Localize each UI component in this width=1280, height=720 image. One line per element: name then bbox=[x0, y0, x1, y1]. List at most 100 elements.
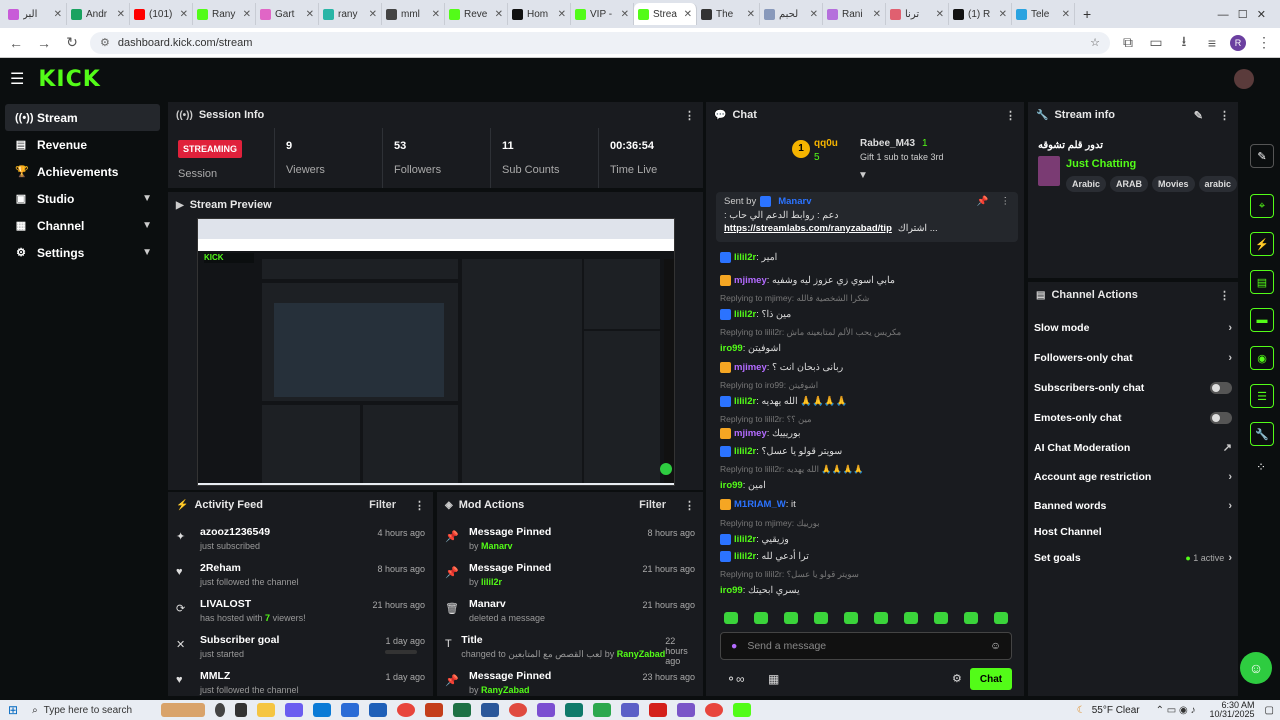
chat-username[interactable]: lilil2r bbox=[734, 551, 756, 562]
kick-app-icon[interactable] bbox=[732, 703, 751, 717]
target-icon[interactable]: ⌖ bbox=[1250, 194, 1274, 218]
emote-icon[interactable] bbox=[844, 612, 858, 624]
emote-icon[interactable] bbox=[754, 612, 768, 624]
chat-input[interactable]: ● Send a message ☺ bbox=[720, 632, 1012, 660]
browser-tab[interactable]: لحبم ✕ bbox=[760, 3, 823, 25]
emoji-icon[interactable]: ☺ bbox=[990, 640, 1001, 652]
close-tab-icon[interactable]: ✕ bbox=[558, 9, 566, 20]
close-tab-icon[interactable]: ✕ bbox=[180, 9, 188, 20]
emote-icon[interactable] bbox=[904, 612, 918, 624]
mail-icon[interactable] bbox=[368, 703, 387, 717]
second-gifter-name[interactable]: Rabee_M43 bbox=[860, 138, 915, 149]
infinity-icon[interactable]: ⚬∞ bbox=[726, 672, 745, 686]
chat-username[interactable]: lilil2r bbox=[734, 252, 756, 263]
close-tab-icon[interactable]: ✕ bbox=[1062, 9, 1070, 20]
bookmark-star-icon[interactable]: ☆ bbox=[1090, 36, 1100, 49]
banned-words-row[interactable]: Banned words › bbox=[1034, 500, 1232, 512]
mod-user[interactable]: RanyZabad bbox=[481, 685, 530, 695]
netflix-icon[interactable] bbox=[648, 703, 667, 717]
window-controls[interactable]: — ☐ ✕ bbox=[1218, 8, 1266, 21]
browser-tab[interactable]: VIP - ✕ bbox=[571, 3, 634, 25]
more-options-icon[interactable]: ⋮ bbox=[684, 499, 695, 512]
hamburger-menu-icon[interactable]: ☰ bbox=[10, 69, 24, 89]
chrome-icon[interactable] bbox=[396, 703, 415, 717]
clock[interactable]: 6:30 AM 10/31/2025 bbox=[1210, 701, 1255, 719]
close-tab-icon[interactable]: ✕ bbox=[810, 9, 818, 20]
kick-logo[interactable]: KICK bbox=[38, 67, 100, 92]
store-icon[interactable] bbox=[340, 703, 359, 717]
store-icon[interactable]: ▦ bbox=[768, 672, 779, 686]
user-avatar[interactable] bbox=[1234, 69, 1254, 89]
new-tab-icon[interactable]: + bbox=[1083, 6, 1091, 22]
top-gifter-name[interactable]: qq0u bbox=[814, 138, 838, 149]
pinned-user[interactable]: Manarv bbox=[778, 196, 811, 207]
close-tab-icon[interactable]: ✕ bbox=[936, 9, 944, 20]
ai-moderation-row[interactable]: AI Chat Moderation ↗ bbox=[1034, 441, 1232, 455]
browser-tab[interactable]: ترنا ✕ bbox=[886, 3, 949, 25]
emote-icon[interactable] bbox=[814, 612, 828, 624]
filter-button[interactable]: Filter bbox=[369, 499, 396, 511]
close-tab-icon[interactable]: ✕ bbox=[495, 9, 503, 20]
site-info-icon[interactable]: ⚙ bbox=[100, 36, 110, 49]
close-tab-icon[interactable]: ✕ bbox=[621, 9, 629, 20]
windows-start-icon[interactable]: ⊞ bbox=[8, 703, 18, 717]
chat-username[interactable]: lilil2r bbox=[734, 446, 756, 457]
download-icon[interactable]: ⭳ bbox=[1174, 33, 1194, 53]
more-options-icon[interactable]: ⋮ bbox=[684, 109, 695, 122]
file-explorer-icon[interactable] bbox=[256, 703, 275, 717]
cast-icon[interactable]: ▭ bbox=[1146, 33, 1166, 53]
subscribers-only-toggle[interactable] bbox=[1210, 382, 1232, 394]
apps-icon[interactable]: ⁘ bbox=[1256, 460, 1266, 474]
lightning-icon[interactable]: ⚡ bbox=[1250, 232, 1274, 256]
browser-tab[interactable]: Tele ✕ bbox=[1012, 3, 1075, 25]
more-options-icon[interactable]: ⋮ bbox=[1219, 109, 1230, 122]
edge-icon[interactable] bbox=[312, 703, 331, 717]
browser-tab[interactable]: Reve ✕ bbox=[445, 3, 508, 25]
emote-icon[interactable] bbox=[874, 612, 888, 624]
chat-username[interactable]: lilil2r bbox=[734, 309, 756, 320]
browser-tab[interactable]: Gart ✕ bbox=[256, 3, 319, 25]
close-tab-icon[interactable]: ✕ bbox=[873, 9, 881, 20]
close-tab-icon[interactable]: ✕ bbox=[684, 9, 692, 20]
sidebar-item-stream[interactable]: ((•)) Stream bbox=[5, 104, 160, 131]
edit-icon[interactable]: ✎ bbox=[1250, 144, 1274, 168]
more-options-icon[interactable]: ⋮ bbox=[1001, 196, 1011, 207]
close-tab-icon[interactable]: ✕ bbox=[747, 9, 755, 20]
emote-icon[interactable] bbox=[784, 612, 798, 624]
browser-tab[interactable]: Rani ✕ bbox=[823, 3, 886, 25]
stream-preview-video[interactable]: KICK bbox=[197, 218, 675, 486]
more-options-icon[interactable]: ⋮ bbox=[1219, 289, 1230, 302]
copilot-icon[interactable] bbox=[284, 703, 303, 717]
chat-username[interactable]: mjimey bbox=[734, 362, 767, 373]
mod-user[interactable]: Manarv bbox=[481, 541, 513, 551]
sidebar-item-channel[interactable]: ▦ Channel ▼ bbox=[5, 212, 160, 239]
mic-icon[interactable]: ● bbox=[731, 640, 737, 652]
edit-icon[interactable]: ✎ bbox=[1194, 109, 1203, 122]
extensions-icon[interactable]: ⧉ bbox=[1118, 33, 1138, 53]
chat-username[interactable]: M1RIAM_W bbox=[734, 499, 786, 510]
broadcast-icon[interactable]: ◉ bbox=[1250, 346, 1274, 370]
chat-username[interactable]: iro99 bbox=[720, 585, 743, 596]
browser-tab[interactable]: rany ✕ bbox=[319, 3, 382, 25]
discord-icon[interactable] bbox=[676, 703, 695, 717]
media-icon[interactable]: ≡ bbox=[1202, 33, 1222, 53]
taskbar-search-input[interactable]: Type here to search bbox=[44, 705, 156, 716]
sidebar-item-achievements[interactable]: 🏆 Achievements bbox=[5, 158, 160, 185]
chat-username[interactable]: iro99 bbox=[720, 480, 743, 491]
host-channel-row[interactable]: Host Channel bbox=[1034, 526, 1232, 538]
defender-icon[interactable] bbox=[592, 703, 611, 717]
emote-icon[interactable] bbox=[934, 612, 948, 624]
support-chat-icon[interactable]: ☺ bbox=[1240, 652, 1272, 684]
chat-username[interactable]: mjimey bbox=[734, 428, 767, 439]
close-tab-icon[interactable]: ✕ bbox=[117, 9, 125, 20]
more-options-icon[interactable]: ⋮ bbox=[414, 499, 425, 512]
chat-username[interactable]: lilil2r bbox=[734, 396, 756, 407]
close-tab-icon[interactable]: ✕ bbox=[54, 9, 62, 20]
reload-icon[interactable]: ↻ bbox=[62, 33, 82, 53]
chat-username[interactable]: mjimey bbox=[734, 275, 767, 286]
forward-icon[interactable]: → bbox=[34, 33, 54, 53]
set-goals-row[interactable]: Set goals ● 1 active › bbox=[1034, 552, 1232, 564]
pinned-link[interactable]: https://streamlabs.com/ranyzabad/tip bbox=[724, 223, 892, 234]
browser-tab[interactable]: Rany ✕ bbox=[193, 3, 256, 25]
chat-username[interactable]: iro99 bbox=[720, 343, 743, 354]
